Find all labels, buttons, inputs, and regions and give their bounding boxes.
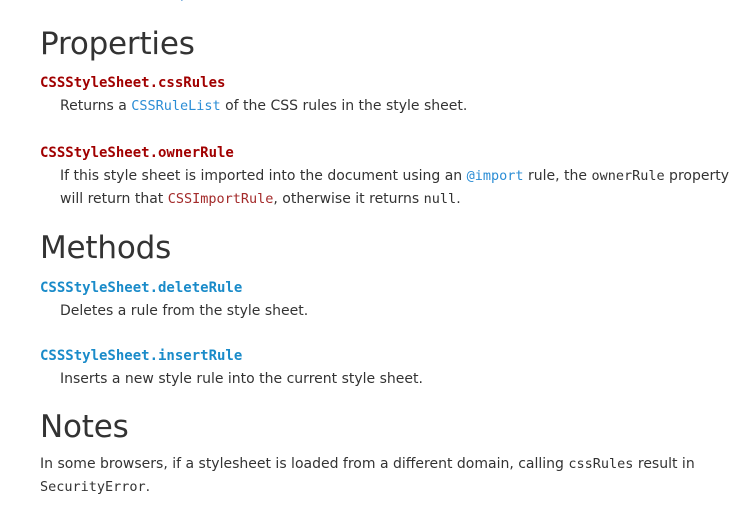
deleterule-term-link[interactable]: CSSStyleSheet.deleteRule [40,278,242,298]
notes-paragraph: In some browsers, if a stylesheet is loa… [40,453,720,499]
ownerrule-desc-part5: . [456,191,461,207]
properties-heading: Properties [40,26,195,62]
method-insertrule: CSSStyleSheet.insertRule Inserts a new s… [40,345,730,391]
cssrulelist-link[interactable]: CSSRuleList [131,98,220,114]
method-deleterule: CSSStyleSheet.deleteRule Deletes a rule … [40,277,730,323]
insertrule-term-link[interactable]: CSSStyleSheet.insertRule [40,346,242,366]
cssrules-term-link[interactable]: CSSStyleSheet.cssRules [40,73,225,93]
insertrule-description: Inserts a new style rule into the curren… [60,371,423,387]
cssimportrule-link[interactable]: CSSImportRule [168,191,274,207]
ownerrule-desc-part4: , otherwise it returns [273,191,424,207]
cssrules-desc-prefix: Returns a [60,98,132,114]
cssrules-desc-suffix: of the CSS rules in the style sheet. [220,98,468,114]
notes-heading: Notes [40,409,129,445]
ownerrule-code: ownerRule [591,168,665,184]
securityerror-code: SecurityError [40,479,146,495]
cssrules-code: cssRules [568,456,634,472]
cssrules-description: Returns a CSSRuleList of the CSS rules i… [60,95,730,118]
ownerrule-desc-part1: If this style sheet is imported into the… [60,168,467,184]
property-cssrules: CSSStyleSheet.cssRules Returns a CSSRule… [40,72,730,118]
ownerrule-description: If this style sheet is imported into the… [60,165,730,211]
ownerrule-term-link[interactable]: CSSStyleSheet.ownerRule [40,143,234,163]
deleterule-description: Deletes a rule from the style sheet. [60,303,309,319]
notes-text-part3: . [145,479,151,495]
methods-heading: Methods [40,230,172,266]
notes-text-part1: In some browsers, if a stylesheet is loa… [40,456,569,472]
ownerrule-desc-part2: rule, the [523,168,592,184]
notes-text-part2: result in [633,456,695,472]
property-ownerrule: CSSStyleSheet.ownerRule If this style sh… [40,142,730,211]
import-link[interactable]: @import [467,168,524,184]
null-code: null [423,191,457,207]
